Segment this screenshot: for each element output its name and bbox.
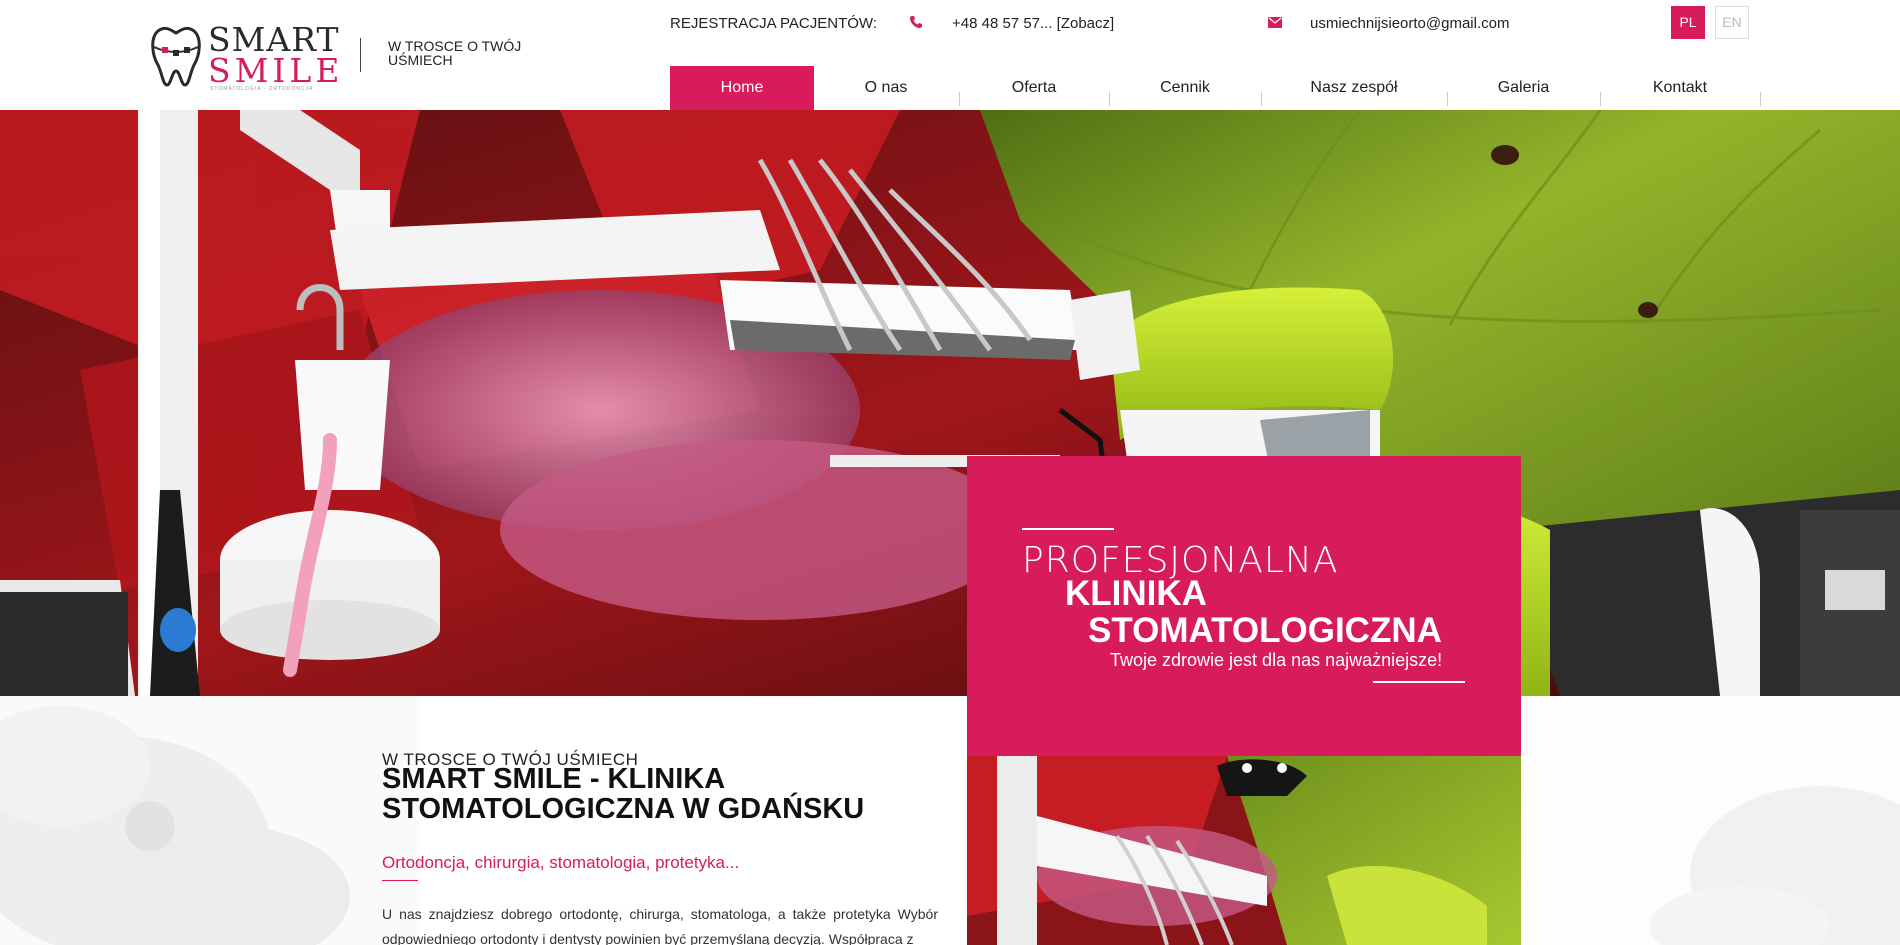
promo-line-2: KLINIKA: [1065, 574, 1207, 613]
promo-decor-line-bottom: [1373, 681, 1465, 683]
tagline-divider: [360, 38, 361, 72]
hero-dental-chair-image: [0, 110, 1900, 696]
nav-item-cennik[interactable]: Cennik: [1109, 66, 1261, 110]
hero-banner: [0, 110, 1900, 696]
nav-item-kontakt[interactable]: Kontakt: [1600, 66, 1760, 110]
site-header: SMART SMILE STOMATOLOGIA · ORTODONCJA W …: [0, 0, 1900, 110]
hero-promo-box: PROFESJONALNA KLINIKA STOMATOLOGICZNA Tw…: [967, 456, 1521, 756]
about-subheading: Ortodoncja, chirurgia, stomatologia, pro…: [382, 853, 740, 872]
flower-background-right: [1520, 696, 1900, 945]
promo-line-3: STOMATOLOGICZNA: [1088, 611, 1442, 650]
phone-number-link[interactable]: +48 48 57 57... [Zobacz]: [952, 15, 1114, 32]
nav-item-oferta[interactable]: Oferta: [959, 66, 1109, 110]
registration-label: REJESTRACJA PACJENTÓW:: [670, 15, 877, 32]
clinic-interior-image: [967, 756, 1521, 945]
nav-item-home[interactable]: Home: [670, 66, 814, 110]
about-heading: SMART SMILE - KLINIKA STOMATOLOGICZNA W …: [382, 763, 865, 825]
nav-item-o-nas[interactable]: O nas: [814, 66, 958, 110]
about-subheading-underline: [382, 880, 418, 881]
flower-background-left: [0, 696, 420, 945]
nav-separator: [1760, 92, 1761, 106]
nav-item-galeria[interactable]: Galeria: [1447, 66, 1600, 110]
promo-subtitle: Twoje zdrowie jest dla nas najważniejsze…: [1110, 650, 1443, 670]
nav-item-nasz-zespol[interactable]: Nasz zespół: [1261, 66, 1447, 110]
mail-icon: [1268, 17, 1282, 28]
logo[interactable]: SMART SMILE STOMATOLOGIA · ORTODONCJA: [148, 22, 340, 92]
about-body-text: U nas znajdziesz dobrego ortodontę, chir…: [382, 906, 938, 945]
clinic-photo: [967, 756, 1521, 945]
email-link[interactable]: usmiechnijsieorto@gmail.com: [1310, 15, 1509, 32]
phone-icon: [910, 16, 922, 28]
language-pl-button[interactable]: PL: [1671, 6, 1705, 39]
language-en-button[interactable]: EN: [1715, 6, 1749, 39]
header-tagline: W TROSCE O TWÓJ UŚMIECH: [388, 38, 522, 68]
promo-decor-line-top: [1022, 528, 1114, 530]
about-section: [0, 696, 1900, 945]
tooth-logo-icon: [151, 26, 201, 87]
main-nav: Home O nas Oferta Cennik Nasz zespół Gal…: [670, 66, 1762, 110]
logo-text-smile: SMILE: [208, 51, 344, 90]
logo-subtitle: STOMATOLOGIA · ORTODONCJA: [210, 86, 314, 92]
